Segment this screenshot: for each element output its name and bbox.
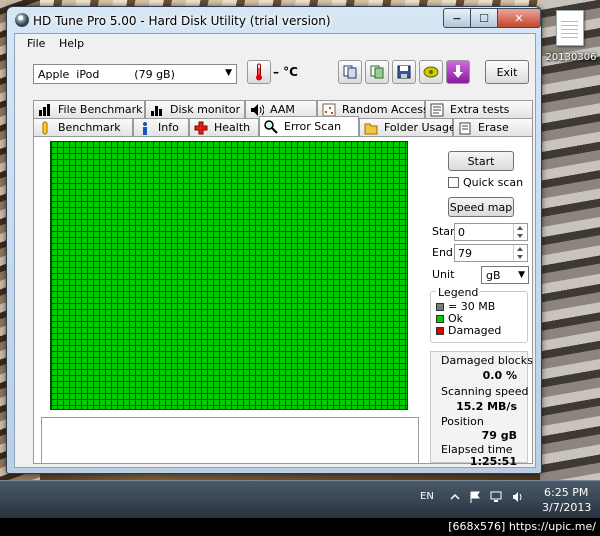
- tab-folder-usage[interactable]: Folder Usage: [359, 118, 456, 136]
- scan-stats-box: Damaged blocks 0.0 % Scanning speed 15.2…: [430, 351, 533, 468]
- client-area: File Help Apple iPod (79 gB) ▼ – °C Exit: [14, 33, 536, 468]
- speed-map-button[interactable]: Speed map: [448, 197, 514, 217]
- legend-swatch-block: [436, 303, 444, 311]
- position-value: 79 gB: [481, 429, 517, 442]
- chevron-down-icon: ▼: [225, 68, 232, 78]
- spin-arrows-icon[interactable]: [513, 245, 527, 261]
- tab-label: Info: [158, 121, 179, 134]
- tab-disk-monitor[interactable]: Disk monitor: [145, 100, 245, 118]
- copy-icon[interactable]: [338, 60, 362, 84]
- language-indicator[interactable]: EN: [420, 491, 434, 502]
- clock-time[interactable]: 6:25 PM: [544, 486, 588, 499]
- elapsed-time-value: 1:25:51: [469, 455, 517, 468]
- start-value: 0: [458, 226, 465, 239]
- quick-scan-label: Quick scan: [463, 176, 524, 189]
- folder-icon: [364, 121, 378, 135]
- download-icon[interactable]: [446, 60, 470, 84]
- benchmark-icon: [38, 121, 52, 135]
- erase-icon: [458, 121, 472, 135]
- legend-title: Legend: [436, 286, 481, 299]
- menu-help[interactable]: Help: [59, 37, 84, 50]
- tab-label: Health: [214, 121, 251, 134]
- tab-label: Random Access: [342, 103, 429, 116]
- start-scan-button[interactable]: Start: [448, 151, 514, 171]
- action-center-flag-icon[interactable]: [470, 491, 480, 503]
- drive-select[interactable]: Apple iPod (79 gB) ▼: [33, 64, 237, 84]
- end-value: 79: [458, 247, 472, 260]
- menu-file[interactable]: File: [27, 37, 45, 50]
- unit-select[interactable]: gB ▼: [481, 266, 529, 284]
- volume-icon[interactable]: [512, 491, 522, 503]
- tab-label: Erase: [478, 121, 509, 134]
- close-button[interactable]: ✕: [497, 8, 541, 28]
- title-bar[interactable]: HD Tune Pro 5.00 - Hard Disk Utility (tr…: [7, 7, 541, 33]
- tab-benchmark[interactable]: Benchmark: [33, 118, 133, 136]
- desktop-background-right: [540, 0, 600, 496]
- watermark-bar: [668x576] https://upic.me/: [0, 518, 600, 536]
- scan-block-map: [50, 141, 408, 410]
- app-icon: [15, 13, 29, 27]
- menu-bar: File Help: [15, 34, 535, 52]
- damaged-blocks-value: 0.0 %: [482, 369, 517, 382]
- tab-label: Benchmark: [58, 121, 121, 134]
- unit-value: gB: [486, 269, 501, 282]
- tab-label: Error Scan: [284, 120, 342, 133]
- legend-swatch-ok: [436, 315, 444, 323]
- tab-info[interactable]: Info: [133, 118, 189, 136]
- tab-file-benchmark[interactable]: File Benchmark: [33, 100, 145, 118]
- desktop-file-label[interactable]: 20130306: [545, 52, 597, 63]
- tab-label: AAM: [270, 103, 295, 116]
- chevron-down-icon: ▼: [518, 270, 525, 280]
- health-cross-icon: [194, 121, 208, 135]
- exit-button[interactable]: Exit: [485, 60, 529, 84]
- drive-select-value: Apple iPod (79 gB): [38, 68, 175, 81]
- tab-label: Disk monitor: [170, 103, 241, 116]
- minimize-button[interactable]: −: [443, 8, 471, 28]
- speaker-icon: [250, 103, 265, 117]
- taskbar: [0, 480, 600, 519]
- scanning-speed-label: Scanning speed: [441, 385, 529, 398]
- file-benchmark-icon: [38, 103, 52, 117]
- network-icon[interactable]: [490, 491, 502, 503]
- end-input[interactable]: 79: [454, 244, 528, 262]
- damaged-blocks-label: Damaged blocks: [441, 354, 533, 367]
- hdtune-window: HD Tune Pro 5.00 - Hard Disk Utility (tr…: [6, 6, 542, 474]
- window-title: HD Tune Pro 5.00 - Hard Disk Utility (tr…: [33, 14, 331, 28]
- copy-report-icon[interactable]: [365, 60, 389, 84]
- options-icon[interactable]: [419, 60, 443, 84]
- extra-tests-icon: [430, 103, 444, 117]
- legend-swatch-damaged: [436, 327, 444, 335]
- error-scan-panel: Start Quick scan Speed map Start 0 End 7…: [33, 136, 533, 468]
- show-hidden-icons-icon[interactable]: [450, 491, 460, 503]
- info-icon: [138, 121, 152, 135]
- legend-damaged: Damaged: [448, 324, 502, 337]
- unit-label: Unit: [432, 268, 455, 281]
- magnifier-icon: [264, 119, 278, 134]
- position-label: Position: [441, 415, 484, 428]
- temperature-readout: – °C: [273, 65, 298, 79]
- tab-error-scan[interactable]: Error Scan: [259, 116, 359, 136]
- random-access-icon: [322, 103, 336, 117]
- spin-arrows-icon[interactable]: [513, 224, 527, 240]
- tab-label: Extra tests: [450, 103, 510, 116]
- clock-date[interactable]: 3/7/2013: [542, 501, 591, 514]
- thermometer-icon: [247, 60, 271, 84]
- tab-label: File Benchmark: [58, 103, 143, 116]
- disk-monitor-icon: [150, 103, 164, 117]
- maximize-button[interactable]: ☐: [470, 8, 498, 28]
- watermark-text: [668x576] https://upic.me/: [448, 520, 596, 533]
- tab-label: Folder Usage: [384, 121, 456, 134]
- desktop-file-icon[interactable]: [556, 10, 584, 46]
- quick-scan-checkbox[interactable]: [448, 177, 459, 188]
- scan-log-box[interactable]: [41, 417, 419, 464]
- start-input[interactable]: 0: [454, 223, 528, 241]
- tab-extra-tests[interactable]: Extra tests: [425, 100, 533, 118]
- tab-erase[interactable]: Erase: [453, 118, 533, 136]
- end-label: End: [432, 246, 453, 259]
- tab-health[interactable]: Health: [189, 118, 259, 136]
- save-icon[interactable]: [392, 60, 416, 84]
- scanning-speed-value: 15.2 MB/s: [456, 400, 517, 413]
